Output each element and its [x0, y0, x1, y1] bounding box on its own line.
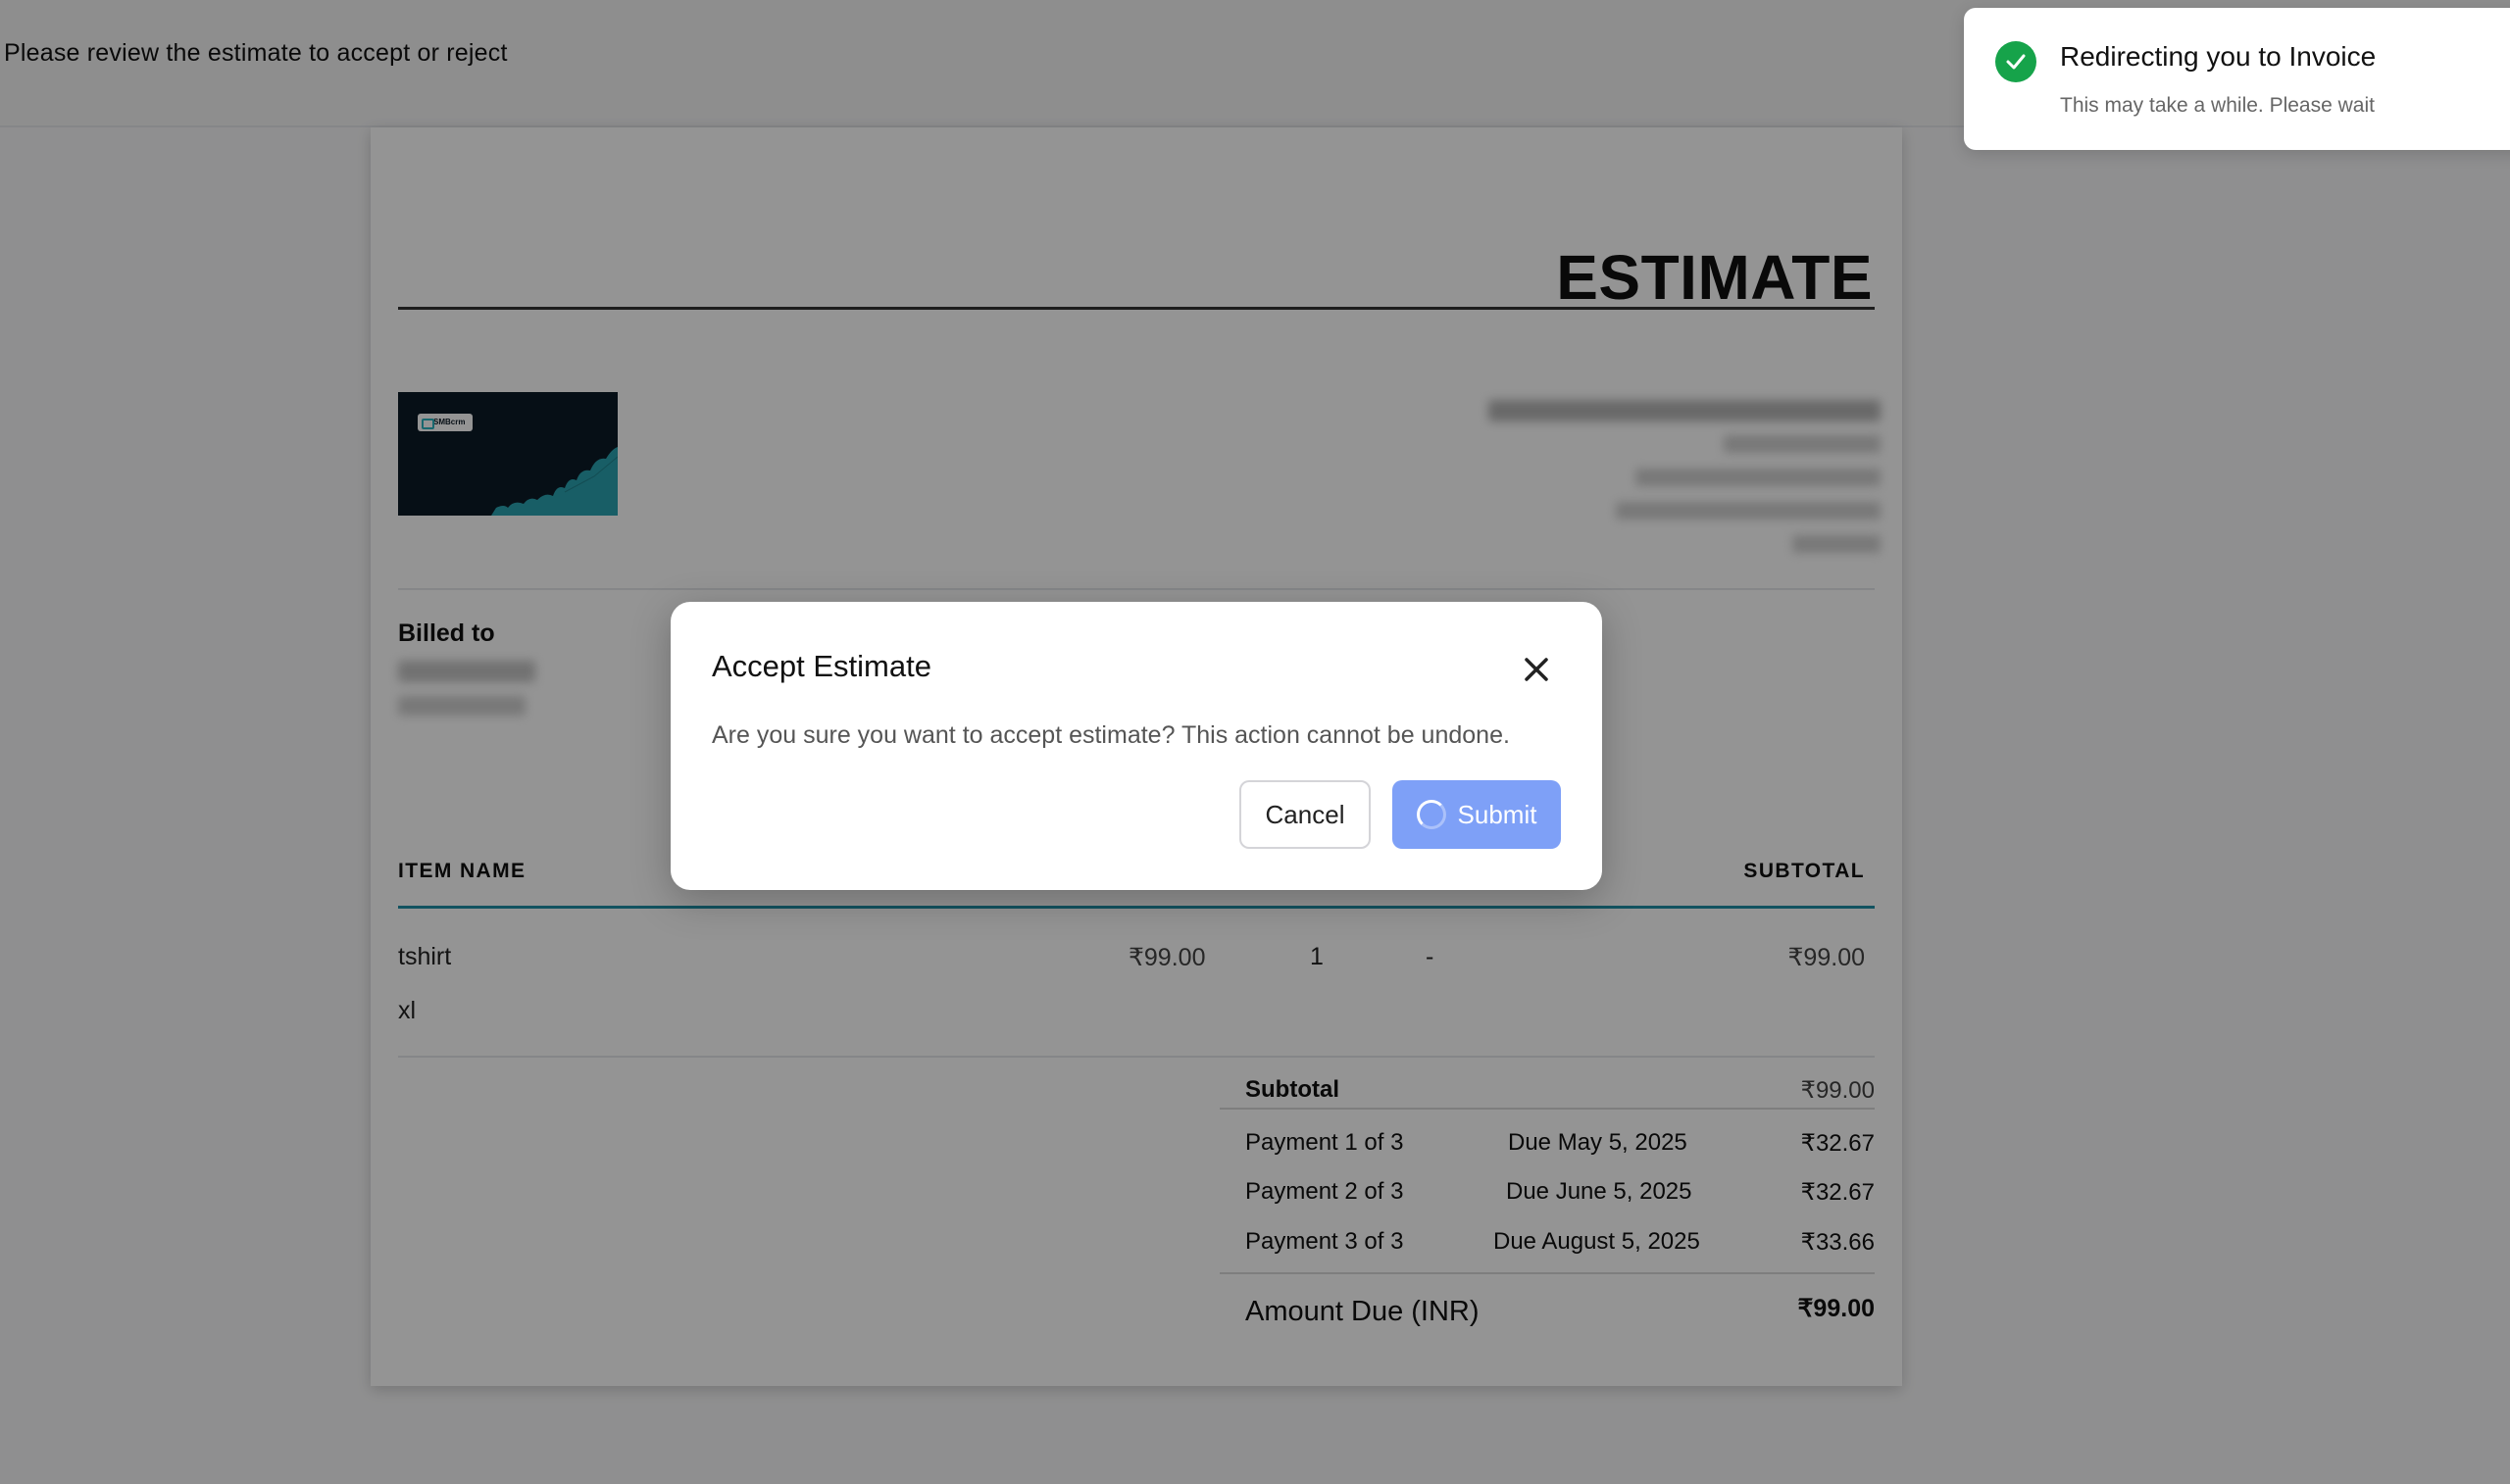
- toast-subtitle: This may take a while. Please wait: [2060, 94, 2375, 117]
- accept-estimate-dialog: Accept Estimate Are you sure you want to…: [671, 602, 1602, 890]
- cancel-button[interactable]: Cancel: [1239, 780, 1371, 849]
- submit-label: Submit: [1457, 799, 1537, 829]
- close-icon[interactable]: [1522, 655, 1551, 684]
- dialog-title: Accept Estimate: [712, 649, 931, 683]
- check-circle-icon: [1995, 41, 2036, 82]
- loading-spinner-icon: [1416, 800, 1446, 829]
- toast-title: Redirecting you to Invoice: [2060, 41, 2377, 72]
- submit-button[interactable]: Submit: [1392, 780, 1561, 849]
- dialog-message: Are you sure you want to accept estimate…: [712, 721, 1510, 749]
- redirect-toast: Redirecting you to Invoice This may take…: [1964, 8, 2510, 150]
